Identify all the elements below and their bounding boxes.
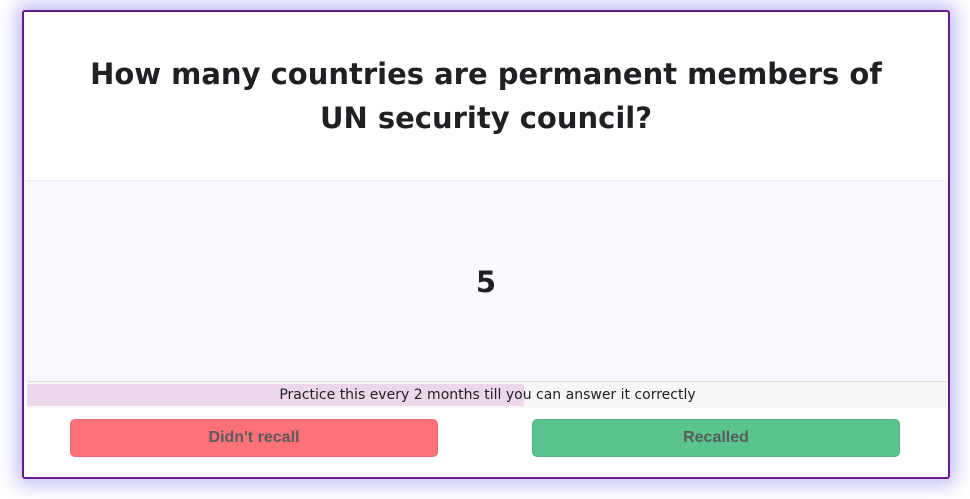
practice-progress-bar: Practice this every 2 months till you ca… <box>27 381 948 408</box>
practice-schedule-text: Practice this every 2 months till you ca… <box>279 387 696 403</box>
answer-area: 5 <box>24 180 948 382</box>
question-text: How many countries are permanent members… <box>90 57 882 135</box>
answer-text: 5 <box>475 264 497 299</box>
question-area: How many countries are permanent members… <box>24 12 948 180</box>
flashcard: How many countries are permanent members… <box>22 10 950 479</box>
page: How many countries are permanent members… <box>0 0 970 499</box>
recalled-button[interactable]: Recalled <box>532 419 900 457</box>
didnt-recall-button[interactable]: Didn't recall <box>70 419 438 457</box>
